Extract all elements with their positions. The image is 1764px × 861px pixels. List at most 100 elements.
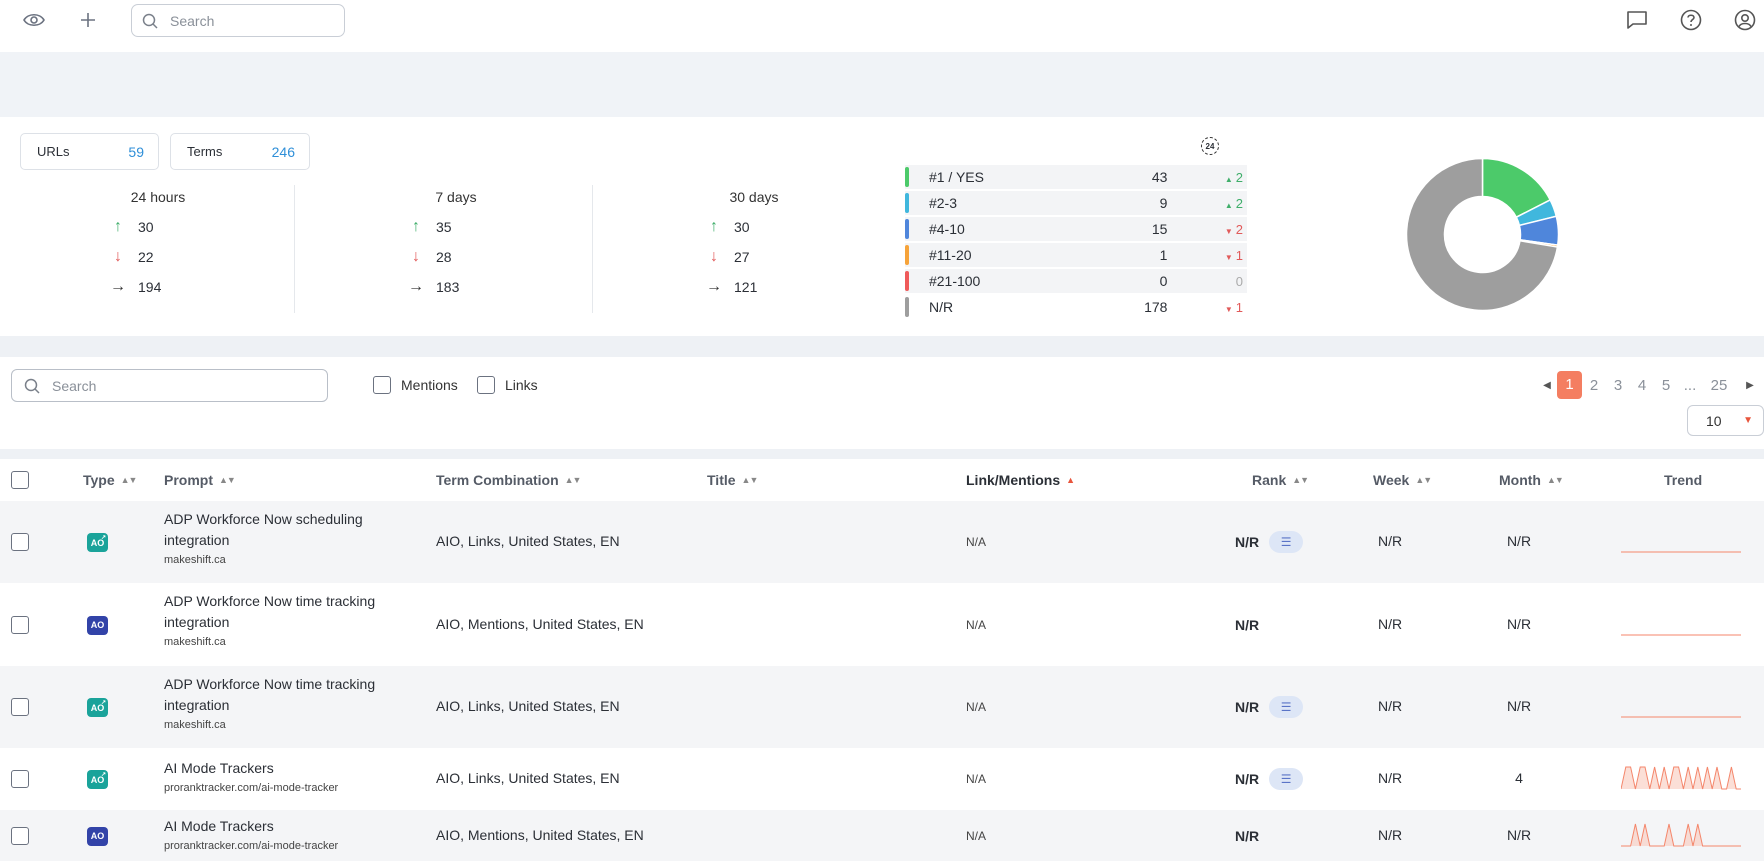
page-1-button[interactable]: 1: [1557, 371, 1582, 399]
row-checkbox[interactable]: [11, 698, 29, 716]
link-icon: ↗: [100, 700, 106, 706]
table-row[interactable]: AO AI Mode Trackers proranktracker.com/a…: [0, 810, 1764, 861]
arrow-down-icon: ↓: [412, 248, 420, 265]
caret-up-icon: ▲: [1224, 174, 1233, 184]
col-month-label: Month: [1499, 472, 1541, 488]
period-down: 28: [436, 249, 452, 265]
col-type[interactable]: Type ▲▼: [83, 472, 137, 488]
period-7d: 7 days ↑ 35 ↓ 28 → 183: [396, 189, 516, 302]
link-mentions-value: N/A: [966, 700, 987, 714]
eye-icon[interactable]: [20, 6, 48, 34]
link-icon: ↗: [100, 772, 106, 778]
prev-page-icon[interactable]: ◀: [1537, 380, 1557, 391]
row-checkbox[interactable]: [11, 615, 29, 634]
type-badge-text: AO: [90, 620, 105, 630]
row-checkbox[interactable]: [11, 826, 29, 845]
rank-bucket-label: #1 / YES: [928, 169, 984, 185]
rank-change-value: 2: [1235, 221, 1243, 237]
col-rank-label: Rank: [1252, 472, 1287, 488]
mentions-filter[interactable]: Mentions: [373, 376, 458, 394]
col-week[interactable]: Week ▲▼: [1373, 472, 1432, 488]
rank-color-bar: [905, 167, 909, 187]
keywords-panel: Search Mentions Links ◀ 1 2 3 4 5 ... 25…: [0, 357, 1764, 861]
row-checkbox[interactable]: [11, 770, 29, 788]
link-mentions-value: N/A: [966, 617, 987, 632]
prompt-domain: makeshift.ca: [164, 719, 226, 731]
caret-up-icon: ▲: [1224, 200, 1233, 210]
period-flat: 121: [734, 279, 758, 295]
trend-sparkline: [1621, 551, 1741, 553]
sort-icon: ▲▼: [564, 475, 582, 485]
rank-bucket-change: ▼ 1: [1167, 248, 1247, 263]
col-term-label: Term Combination: [436, 472, 559, 488]
urls-label: URLs: [37, 144, 70, 159]
page-5-button[interactable]: 5: [1654, 377, 1678, 394]
col-term[interactable]: Term Combination ▲▼: [436, 472, 582, 488]
table-row[interactable]: AO ↗ AI Mode Trackers proranktracker.com/…: [0, 748, 1764, 810]
clock-24-icon[interactable]: 24: [1201, 137, 1219, 155]
top-search-input[interactable]: Search: [131, 4, 345, 37]
list-icon[interactable]: ☰: [1269, 696, 1304, 718]
table-row[interactable]: AO ↗ ADP Workforce Now time tracking inte…: [0, 666, 1764, 748]
table-search-input[interactable]: Search: [11, 369, 328, 402]
arrow-right-icon: →: [706, 278, 722, 295]
table-row[interactable]: AO ADP Workforce Now time tracking integ…: [0, 583, 1764, 666]
links-checkbox[interactable]: [477, 376, 495, 394]
link-mentions-value: N/A: [966, 828, 987, 843]
search-icon: [142, 13, 158, 29]
urls-chip[interactable]: URLs 59: [20, 133, 159, 170]
rank-bucket-count: 0: [1159, 273, 1168, 289]
select-all-checkbox[interactable]: [11, 471, 29, 489]
rank-bucket-count: 1: [1159, 247, 1168, 263]
sort-icon: ▲▼: [1415, 475, 1432, 485]
mentions-checkbox[interactable]: [373, 376, 391, 394]
terms-chip[interactable]: Terms 246: [170, 133, 310, 170]
week-value: N/R: [1378, 698, 1403, 714]
sort-asc-icon: ▲: [1066, 475, 1075, 485]
user-icon[interactable]: [1731, 6, 1759, 34]
period-up: 30: [734, 219, 750, 235]
rank-bucket-label: #11-20: [928, 247, 972, 263]
arrow-right-icon: →: [110, 278, 126, 295]
col-month[interactable]: Month ▲▼: [1499, 472, 1564, 488]
prompt-cell[interactable]: AI Mode Trackers proranktracker.com/ai-m…: [164, 758, 414, 797]
pagination: ◀ 1 2 3 4 5 ... 25 ▶: [1537, 371, 1764, 399]
rank-bucket-row: #4-10 15 ▼ 2: [905, 217, 1247, 241]
prompt-cell[interactable]: AI Mode Trackers proranktracker.com/ai-m…: [164, 816, 414, 855]
per-page-select[interactable]: 10 ▼: [1687, 405, 1764, 436]
prompt-text-cont: integration: [164, 614, 230, 630]
week-value: N/R: [1378, 770, 1403, 786]
rank-bucket-count: 15: [1151, 221, 1168, 237]
rank-value: N/R: [1235, 616, 1260, 633]
plus-icon[interactable]: [74, 6, 102, 34]
col-link-mentions[interactable]: Link/Mentions ▲: [966, 472, 1075, 488]
month-value: N/R: [1506, 698, 1532, 714]
prompt-text-cont: integration: [164, 697, 230, 713]
page-2-button[interactable]: 2: [1582, 377, 1606, 394]
list-icon[interactable]: ☰: [1269, 531, 1304, 553]
arrow-up-icon: ↑: [412, 218, 420, 235]
rank-bucket-row: #21-100 0 0: [905, 269, 1247, 293]
page-4-button[interactable]: 4: [1630, 377, 1654, 394]
next-page-icon[interactable]: ▶: [1736, 380, 1764, 391]
page-25-button[interactable]: 25: [1702, 377, 1736, 394]
prompt-cell[interactable]: ADP Workforce Now scheduling integration…: [164, 509, 414, 569]
links-filter[interactable]: Links: [477, 376, 538, 394]
term-combination: AIO, Links, United States, EN: [436, 770, 620, 786]
table-row[interactable]: AO ↗ ADP Workforce Now scheduling integra…: [0, 501, 1764, 583]
prompt-cell[interactable]: ADP Workforce Now time tracking integrat…: [164, 674, 414, 734]
chat-icon[interactable]: [1623, 6, 1651, 34]
col-week-label: Week: [1373, 472, 1410, 488]
list-icon[interactable]: ☰: [1269, 768, 1304, 790]
prompt-domain: makeshift.ca: [164, 554, 226, 566]
col-rank[interactable]: Rank ▲▼: [1252, 472, 1309, 488]
prompt-cell[interactable]: ADP Workforce Now time tracking integrat…: [164, 591, 414, 651]
row-checkbox[interactable]: [11, 533, 29, 551]
help-icon[interactable]: [1677, 6, 1705, 34]
rank-bucket-change: ▲ 2: [1167, 170, 1247, 185]
page-3-button[interactable]: 3: [1606, 377, 1630, 394]
prompt-text: ADP Workforce Now time tracking: [164, 593, 376, 609]
link-mentions-value: N/A: [966, 772, 987, 786]
col-prompt[interactable]: Prompt ▲▼: [164, 472, 236, 488]
col-title[interactable]: Title ▲▼: [707, 472, 758, 488]
